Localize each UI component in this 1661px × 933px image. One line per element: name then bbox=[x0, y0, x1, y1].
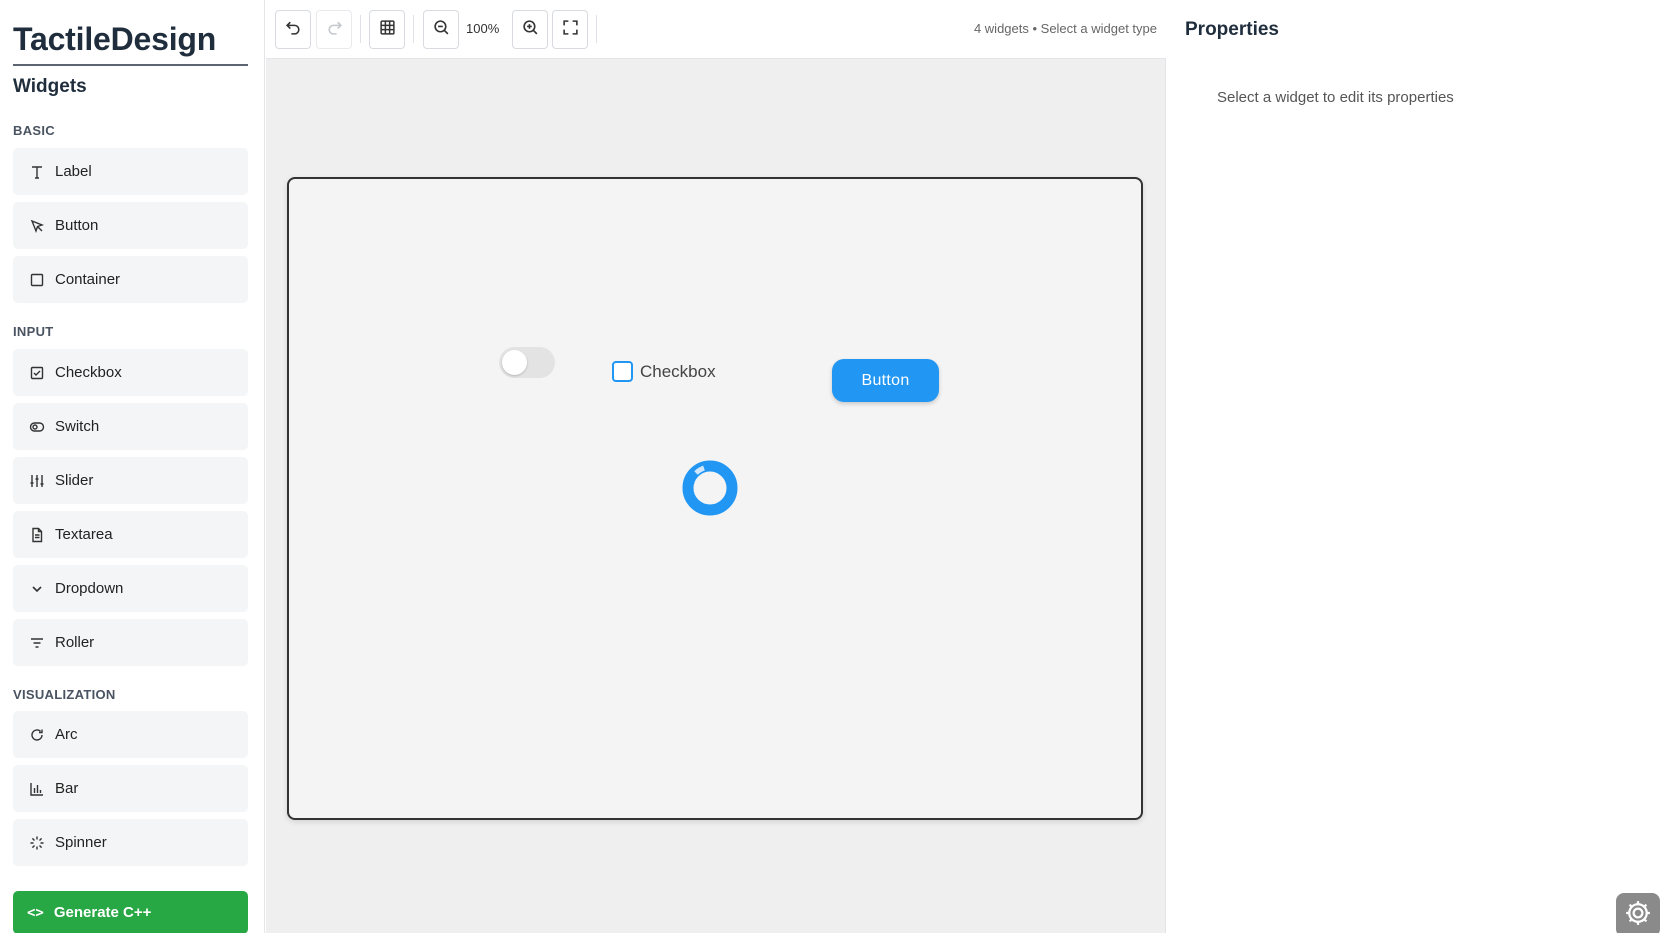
toggle-icon bbox=[29, 419, 45, 435]
widget-item-switch-text: Switch bbox=[55, 418, 100, 435]
canvas-button-widget[interactable]: Button bbox=[832, 359, 939, 402]
widget-item-label[interactable]: Label bbox=[13, 148, 248, 195]
canvas-switch-widget[interactable] bbox=[499, 347, 555, 378]
checkbox-label: Checkbox bbox=[640, 361, 716, 381]
undo-button[interactable] bbox=[275, 10, 311, 49]
grid-icon bbox=[379, 19, 396, 41]
widget-item-switch[interactable]: Switch bbox=[13, 403, 248, 450]
checkbox-icon bbox=[29, 365, 45, 381]
widget-item-slider[interactable]: Slider bbox=[13, 457, 248, 504]
editor-toolbar: 100% 4 widgets • Select a widget type bbox=[266, 0, 1166, 59]
widget-item-roller[interactable]: Roller bbox=[13, 619, 248, 666]
widget-item-slider-text: Slider bbox=[55, 472, 94, 489]
generate-cpp-button[interactable]: <> Generate C++ bbox=[13, 891, 248, 933]
checkbox-box bbox=[612, 361, 633, 382]
widget-item-spinner[interactable]: Spinner bbox=[13, 819, 248, 866]
widget-item-button-text: Button bbox=[55, 217, 99, 234]
fullscreen-icon bbox=[562, 19, 579, 41]
widget-item-bar-text: Bar bbox=[55, 780, 79, 797]
loader-icon bbox=[29, 835, 45, 851]
gear-icon bbox=[1623, 898, 1653, 933]
canvas-spinner-widget[interactable] bbox=[682, 460, 738, 516]
widget-sidebar: TactileDesign Widgets BASIC Label Button… bbox=[0, 0, 265, 933]
widget-item-container[interactable]: Container bbox=[13, 256, 248, 303]
widget-item-spinner-text: Spinner bbox=[55, 834, 107, 851]
generate-cpp-label: Generate C++ bbox=[53, 904, 152, 921]
redo-button[interactable] bbox=[316, 10, 352, 49]
zoom-out-button[interactable] bbox=[423, 10, 459, 49]
text-icon bbox=[29, 164, 45, 180]
widget-item-label-text: Label bbox=[55, 163, 92, 180]
toolbar-divider bbox=[413, 15, 414, 43]
zoom-in-icon bbox=[522, 19, 539, 41]
grid-toggle-button[interactable] bbox=[369, 10, 405, 49]
widget-item-dropdown-text: Dropdown bbox=[55, 580, 124, 597]
square-icon bbox=[29, 272, 45, 288]
brand-title: TactileDesign bbox=[13, 21, 248, 66]
filter-lines-icon bbox=[29, 635, 45, 651]
file-text-icon bbox=[29, 527, 45, 543]
rotate-icon bbox=[29, 727, 45, 743]
pointer-icon bbox=[29, 218, 45, 234]
widget-item-arc[interactable]: Arc bbox=[13, 711, 248, 758]
canvas-button-label: Button bbox=[861, 371, 910, 389]
app-root: TactileDesign Widgets BASIC Label Button… bbox=[0, 0, 1661, 933]
status-text: 4 widgets • Select a widget type bbox=[973, 21, 1157, 36]
sliders-icon bbox=[29, 473, 45, 489]
toolbar-divider bbox=[596, 15, 597, 43]
widget-item-button[interactable]: Button bbox=[13, 202, 248, 249]
settings-button[interactable] bbox=[1616, 893, 1660, 933]
category-visualization: VISUALIZATION bbox=[13, 687, 116, 702]
properties-panel: Properties Select a widget to edit its p… bbox=[1167, 0, 1661, 933]
category-basic: BASIC bbox=[13, 123, 55, 138]
widget-item-container-text: Container bbox=[55, 271, 121, 288]
widget-item-checkbox-text: Checkbox bbox=[55, 364, 122, 381]
widget-item-checkbox[interactable]: Checkbox bbox=[13, 349, 248, 396]
bar-chart-icon bbox=[29, 781, 45, 797]
widget-item-arc-text: Arc bbox=[55, 726, 78, 743]
widget-item-dropdown[interactable]: Dropdown bbox=[13, 565, 248, 612]
zoom-level: 100% bbox=[466, 21, 500, 36]
toolbar-divider bbox=[360, 15, 361, 43]
properties-empty-message: Select a widget to edit its properties bbox=[1217, 89, 1454, 106]
fit-screen-button[interactable] bbox=[552, 10, 588, 49]
zoom-out-icon bbox=[433, 19, 450, 41]
redo-icon bbox=[326, 19, 343, 41]
widget-item-bar[interactable]: Bar bbox=[13, 765, 248, 812]
category-input: INPUT bbox=[13, 324, 54, 339]
editor-area: 100% 4 widgets • Select a widget type Ch… bbox=[266, 0, 1166, 933]
widget-item-textarea[interactable]: Textarea bbox=[13, 511, 248, 558]
zoom-in-button[interactable] bbox=[512, 10, 548, 49]
code-icon: <> bbox=[27, 904, 44, 921]
switch-knob bbox=[502, 350, 527, 375]
properties-title: Properties bbox=[1185, 19, 1279, 40]
widget-item-roller-text: Roller bbox=[55, 634, 95, 651]
design-canvas[interactable]: Checkbox Button bbox=[287, 177, 1143, 820]
undo-icon bbox=[285, 19, 302, 41]
canvas-checkbox-widget[interactable]: Checkbox bbox=[612, 361, 716, 382]
chevron-down-icon bbox=[29, 581, 45, 597]
widget-item-textarea-text: Textarea bbox=[55, 526, 113, 543]
sidebar-title: Widgets bbox=[13, 76, 87, 97]
